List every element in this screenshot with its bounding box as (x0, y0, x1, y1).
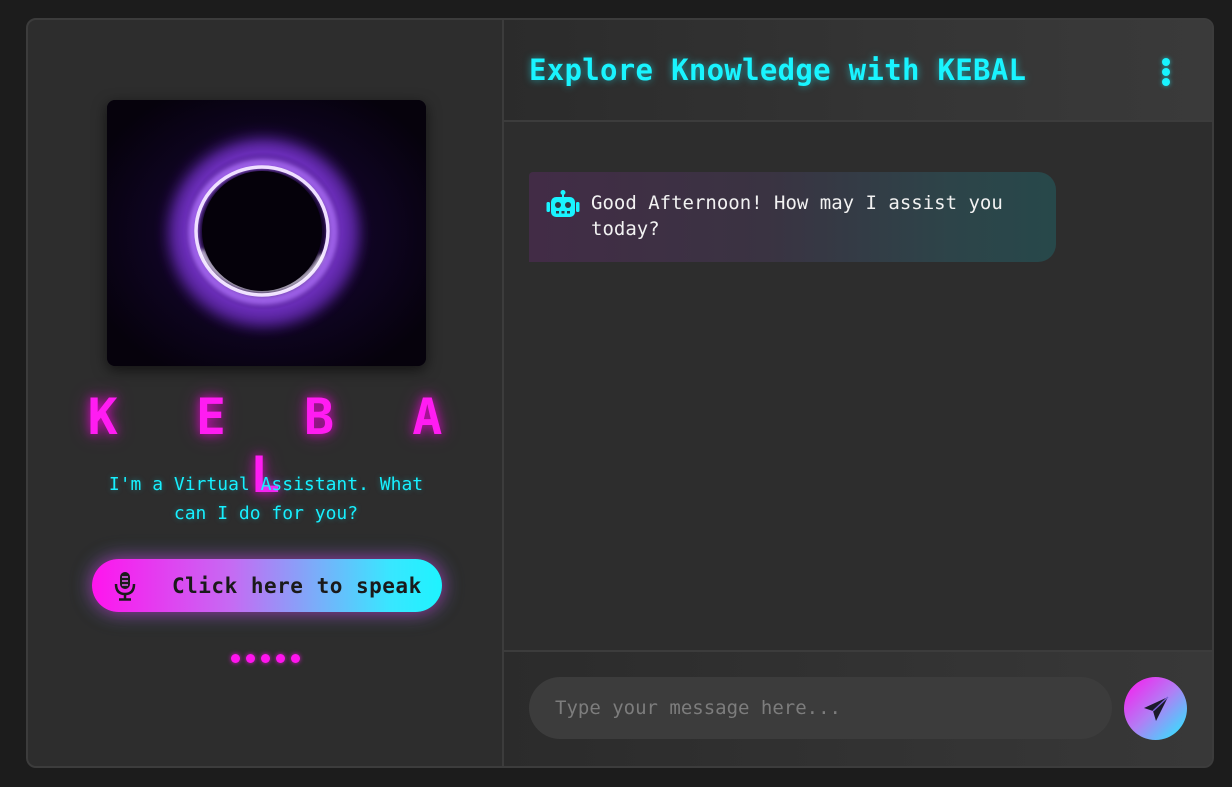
chat-header: Explore Knowledge with KEBAL (504, 20, 1212, 122)
bot-message: Good Afternoon! How may I assist you tod… (529, 172, 1056, 262)
assistant-tagline: I'm a Virtual Assistant. What can I do f… (108, 474, 424, 524)
message-input[interactable] (529, 677, 1112, 739)
indicator-dot (275, 654, 285, 663)
listening-indicator (28, 654, 502, 663)
message-composer (504, 650, 1212, 766)
chat-panel: Explore Knowledge with KEBAL Good Aftern… (504, 20, 1212, 766)
indicator-dot (290, 654, 300, 663)
orb-image (107, 100, 426, 366)
assistant-panel: K E B A L I'm a Virtual Assistant. What … (28, 20, 504, 766)
chat-title: Explore Knowledge with KEBAL (529, 53, 1027, 87)
indicator-dot (230, 654, 240, 663)
speak-button-label: Click here to speak (172, 573, 422, 598)
bot-message-text: Good Afternoon! How may I assist you tod… (591, 192, 1003, 240)
indicator-dot (245, 654, 255, 663)
robot-icon (546, 190, 580, 217)
paper-plane-icon (1143, 695, 1168, 721)
app-window: K E B A L I'm a Virtual Assistant. What … (26, 18, 1214, 768)
kebab-menu-icon[interactable] (1160, 58, 1172, 86)
message-list: Good Afternoon! How may I assist you tod… (504, 122, 1212, 650)
speak-button[interactable]: Click here to speak (92, 559, 442, 612)
send-button[interactable] (1124, 677, 1187, 740)
indicator-dot (260, 654, 270, 663)
microphone-icon (114, 571, 136, 601)
